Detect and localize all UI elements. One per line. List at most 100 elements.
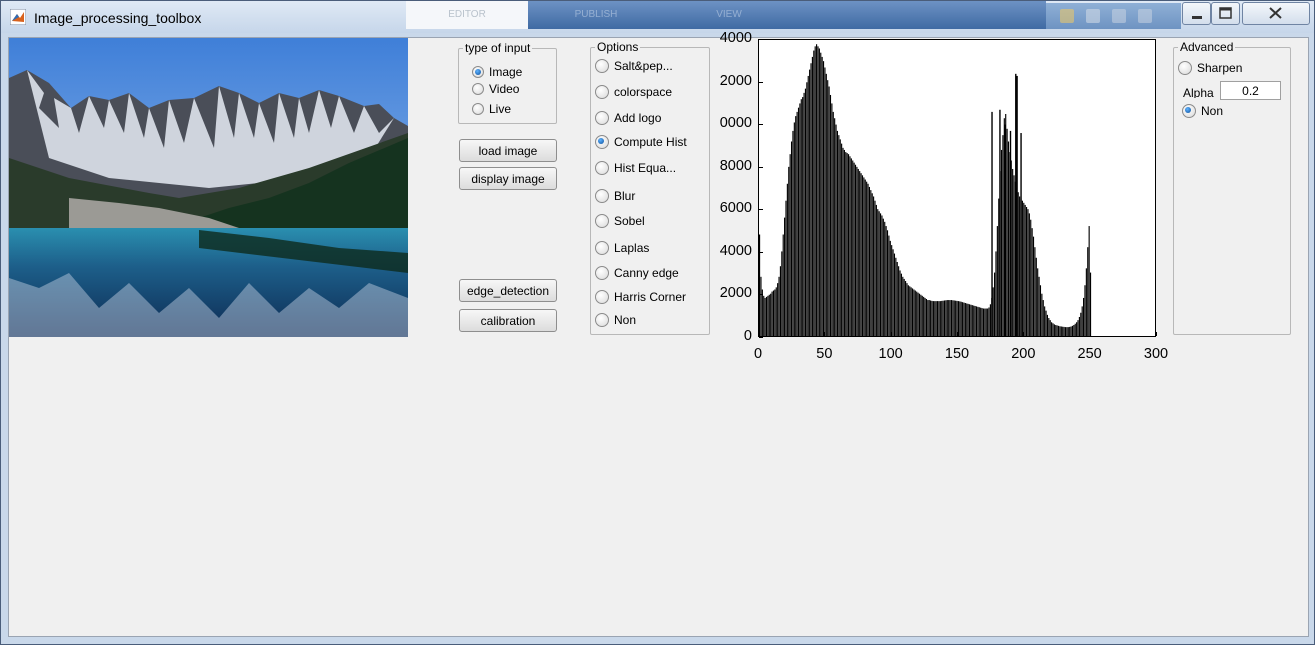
- hist-bar: [962, 302, 964, 336]
- hist-bar: [779, 266, 781, 336]
- title-bar[interactable]: Image_processing_toolbox EDITOR PUBLISH …: [1, 1, 1314, 33]
- display-image-button[interactable]: display image: [459, 167, 557, 190]
- hist-bar: [868, 186, 870, 336]
- hist-bar: [802, 97, 804, 336]
- radio-non[interactable]: Non: [1182, 104, 1223, 118]
- hist-bar: [874, 200, 876, 336]
- hist-bar: [981, 308, 983, 336]
- radio-option-5[interactable]: Blur: [595, 189, 635, 203]
- hist-bar: [875, 204, 877, 336]
- close-button[interactable]: [1242, 2, 1310, 25]
- option-label: Hist Equa...: [614, 161, 677, 175]
- hist-bar: [964, 303, 966, 336]
- hist-bar: [1031, 228, 1033, 336]
- y-tick-label: 0000: [719, 115, 752, 132]
- input-type-legend: type of input: [465, 41, 531, 55]
- hist-bar: [898, 266, 900, 336]
- radio-option-8[interactable]: Canny edge: [595, 266, 679, 280]
- hist-bar: [829, 94, 832, 336]
- maximize-button[interactable]: [1211, 2, 1240, 25]
- hist-bar: [977, 306, 979, 336]
- hist-bar: [1021, 200, 1023, 336]
- hist-bar: [967, 303, 969, 336]
- hist-bar: [804, 88, 807, 336]
- hist-bar: [1066, 327, 1068, 336]
- radio-option-3[interactable]: Compute Hist: [595, 135, 687, 149]
- hist-bar: [836, 130, 839, 336]
- hist-bar: [987, 308, 989, 336]
- hist-bar: [838, 135, 840, 336]
- hist-bar: [994, 272, 996, 336]
- y-tick-label: 2000: [719, 285, 752, 302]
- hist-bar: [861, 175, 864, 336]
- tab-publish[interactable]: PUBLISH: [531, 1, 661, 29]
- radio-unselected-icon: [595, 214, 609, 228]
- y-tick-label: 4000: [719, 242, 752, 259]
- minimize-icon: [1192, 16, 1202, 19]
- radio-option-4[interactable]: Hist Equa...: [595, 161, 676, 175]
- radio-option-0[interactable]: Salt&pep...: [595, 59, 673, 73]
- hist-bar: [797, 107, 800, 336]
- ribbon-strip: EDITOR PUBLISH VIEW: [406, 1, 1046, 29]
- radio-unselected-icon: [595, 290, 609, 304]
- radio-label: Image: [489, 65, 523, 79]
- hist-bar: [1077, 320, 1079, 336]
- hist-bar: [845, 152, 847, 336]
- radio-option-7[interactable]: Laplas: [595, 241, 649, 255]
- radio-option-10[interactable]: Non: [595, 313, 636, 327]
- radio-sharpen[interactable]: Sharpen: [1178, 61, 1242, 75]
- hist-bar: [1081, 306, 1083, 336]
- radio-option-2[interactable]: Add logo: [595, 111, 661, 125]
- histogram-axes: [758, 39, 1156, 337]
- radio-input-live[interactable]: Live: [472, 102, 511, 116]
- hist-bar: [1000, 149, 1003, 336]
- hist-bar: [899, 270, 901, 336]
- radio-selected-icon: [1182, 104, 1196, 118]
- hist-bar: [800, 99, 802, 336]
- hist-bar: [1034, 247, 1036, 336]
- hist-spike: [1004, 124, 1006, 336]
- hist-bar: [859, 171, 861, 336]
- hist-bar: [935, 301, 937, 336]
- hist-bar: [957, 301, 959, 336]
- hist-bar: [889, 240, 891, 336]
- quick-access-toolbar: [1046, 3, 1181, 29]
- hist-bar: [1069, 326, 1071, 336]
- option-label: Laplas: [614, 241, 650, 255]
- hist-bar: [988, 307, 990, 336]
- hist-bar: [809, 69, 811, 336]
- tab-view[interactable]: VIEW: [664, 1, 794, 29]
- edge-detection-button[interactable]: edge_detection: [459, 279, 557, 302]
- hist-spike: [991, 111, 993, 336]
- hist-spike: [1020, 133, 1022, 336]
- y-tick-mark: [759, 39, 763, 40]
- radio-input-video[interactable]: Video: [472, 82, 519, 96]
- alpha-input[interactable]: [1220, 81, 1281, 100]
- hist-bar: [813, 50, 815, 336]
- hist-bar: [1083, 297, 1085, 336]
- hist-bar: [834, 118, 836, 336]
- x-tick-label: 0: [753, 346, 763, 362]
- hist-bar: [846, 153, 848, 336]
- radio-option-9[interactable]: Harris Corner: [595, 290, 686, 304]
- hist-bar: [831, 103, 833, 337]
- minimize-button[interactable]: [1182, 2, 1211, 25]
- hist-bar: [821, 56, 823, 336]
- hist-bar: [820, 52, 822, 336]
- radio-option-1[interactable]: colorspace: [595, 85, 672, 99]
- radio-option-6[interactable]: Sobel: [595, 214, 645, 228]
- radio-input-image[interactable]: Image: [472, 65, 522, 79]
- load-image-button[interactable]: load image: [459, 139, 557, 162]
- calibration-button[interactable]: calibration: [459, 309, 557, 332]
- radio-label: Live: [489, 102, 512, 116]
- hist-bar: [856, 166, 858, 336]
- hist-bar: [900, 273, 902, 336]
- hist-bar: [843, 149, 845, 336]
- y-tick-mark: [759, 294, 763, 296]
- tab-editor[interactable]: EDITOR: [406, 1, 528, 29]
- hist-bar: [793, 122, 795, 337]
- hist-bar: [1028, 213, 1030, 336]
- hist-bar: [946, 300, 948, 336]
- radio-unselected-icon: [1178, 61, 1192, 75]
- hist-spike: [1015, 73, 1017, 336]
